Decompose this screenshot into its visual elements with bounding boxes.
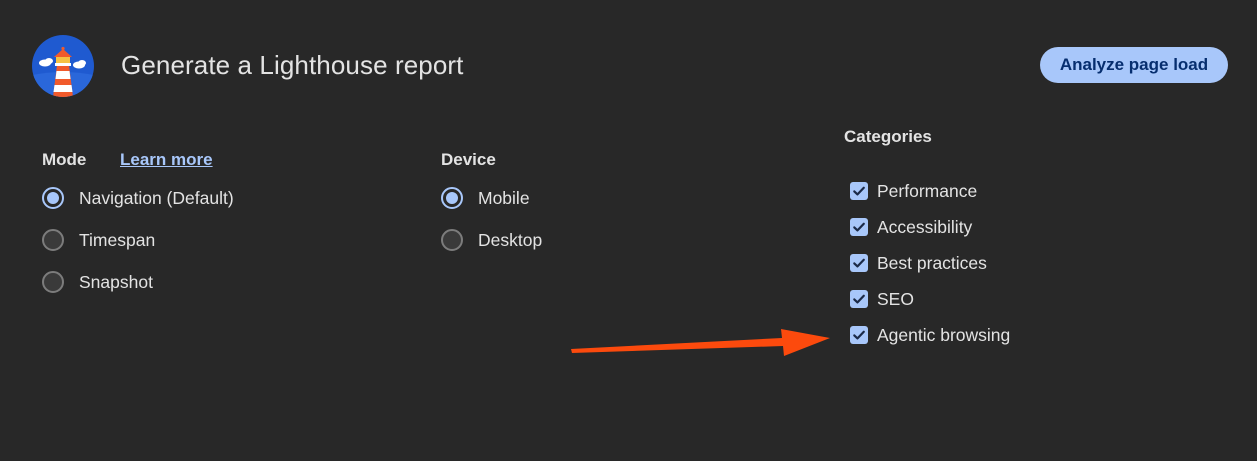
checkbox-checked-icon[interactable] [850, 182, 868, 200]
lighthouse-logo-icon [32, 35, 94, 97]
device-option-desktop[interactable]: Desktop [441, 226, 542, 254]
checkbox-checked-icon[interactable] [850, 254, 868, 272]
device-option-label: Mobile [478, 187, 530, 208]
checkbox-checked-icon[interactable] [850, 290, 868, 308]
checkbox-checked-icon[interactable] [850, 218, 868, 236]
category-accessibility[interactable]: Accessibility [850, 215, 972, 239]
radio-checked-icon[interactable] [441, 187, 463, 209]
category-seo[interactable]: SEO [850, 287, 914, 311]
radio-unchecked-icon[interactable] [42, 229, 64, 251]
category-agentic-browsing[interactable]: Agentic browsing [850, 323, 1010, 347]
mode-option-navigation[interactable]: Navigation (Default) [42, 184, 234, 212]
device-label: Device [441, 150, 496, 169]
page-title: Generate a Lighthouse report [121, 50, 464, 80]
mode-label: Mode [42, 150, 87, 169]
arrow-right-icon [568, 320, 838, 364]
category-best-practices[interactable]: Best practices [850, 251, 987, 275]
mode-option-snapshot[interactable]: Snapshot [42, 268, 153, 296]
checkbox-checked-icon[interactable] [850, 326, 868, 344]
device-option-label: Desktop [478, 229, 543, 250]
categories-label: Categories [844, 127, 932, 146]
category-performance[interactable]: Performance [850, 179, 977, 203]
category-label: Agentic browsing [877, 324, 1011, 345]
mode-option-label: Timespan [79, 229, 156, 250]
device-option-mobile[interactable]: Mobile [441, 184, 530, 212]
category-label: Performance [877, 180, 978, 201]
category-label: Best practices [877, 252, 987, 273]
category-label: Accessibility [877, 216, 973, 237]
mode-option-label: Snapshot [79, 271, 153, 292]
radio-unchecked-icon[interactable] [441, 229, 463, 251]
category-label: SEO [877, 288, 914, 309]
radio-checked-icon[interactable] [42, 187, 64, 209]
mode-option-timespan[interactable]: Timespan [42, 226, 155, 254]
learn-more-link[interactable]: Learn more [120, 150, 213, 170]
radio-unchecked-icon[interactable] [42, 271, 64, 293]
mode-option-label: Navigation (Default) [79, 187, 234, 208]
analyze-page-load-button[interactable]: Analyze page load [1040, 47, 1228, 83]
